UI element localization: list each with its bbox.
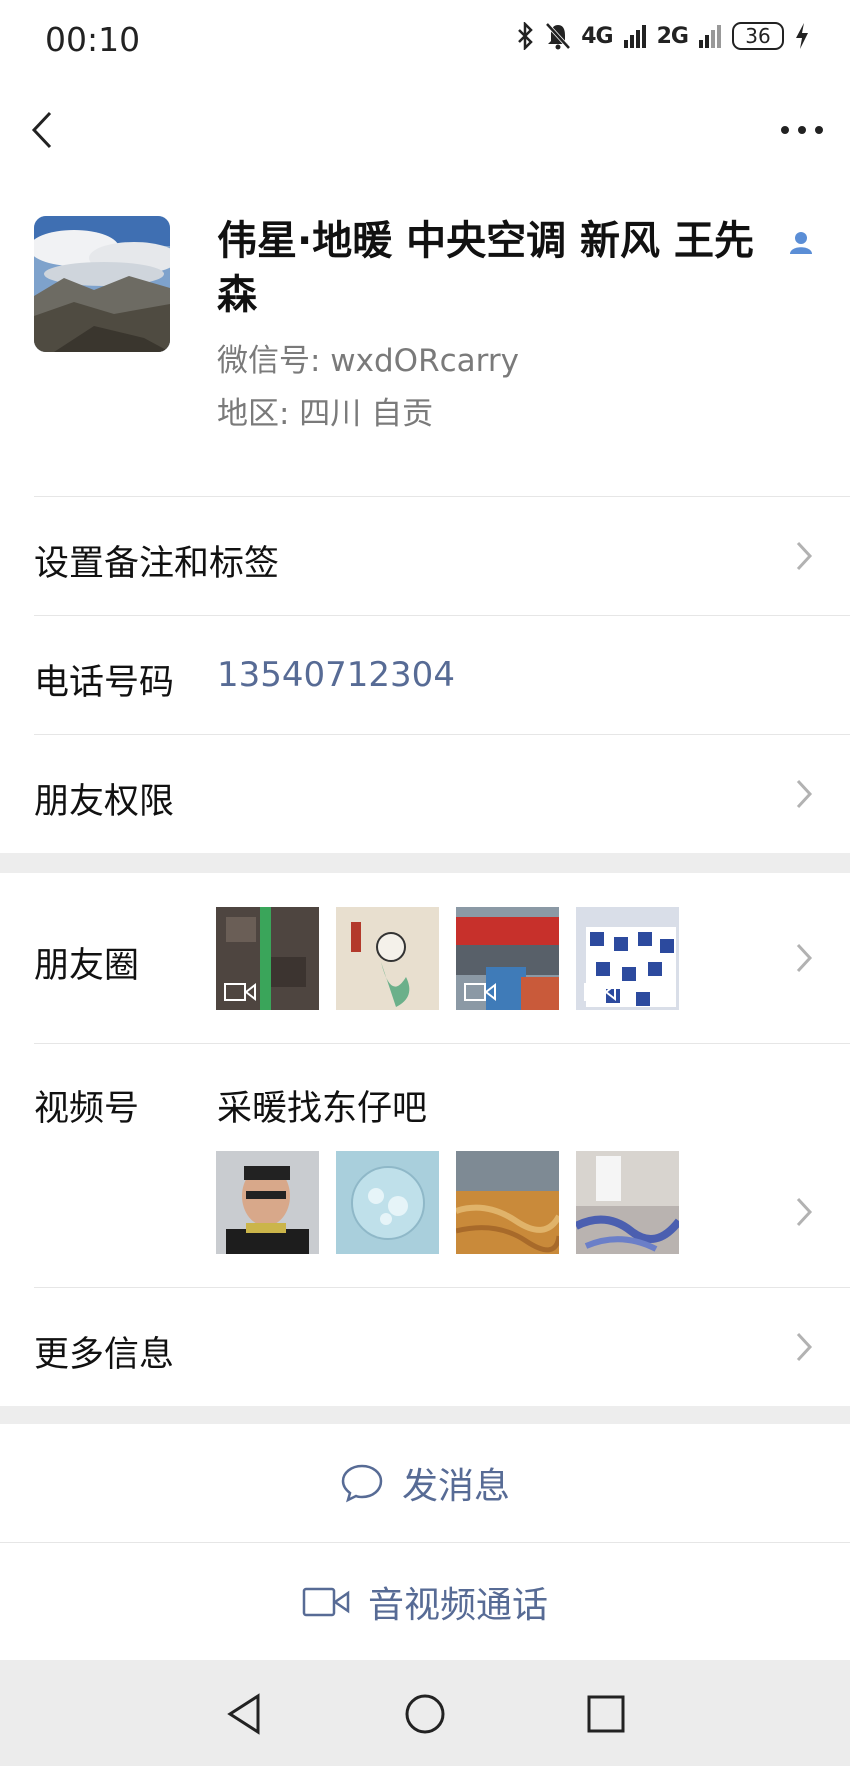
system-navigation-bar (0, 1660, 850, 1766)
mute-bell-icon (545, 22, 571, 50)
chevron-right-icon (796, 779, 813, 809)
moments-thumbnails (216, 907, 679, 1010)
moments-thumbnail[interactable] (456, 907, 559, 1010)
wechat-id: 微信号: wxdORcarry (217, 343, 519, 379)
av-call-label: 音视频通话 (367, 1584, 548, 1626)
phone-label: 电话号码 (34, 663, 175, 703)
chevron-left-icon (31, 111, 52, 149)
more-button[interactable] (772, 105, 832, 155)
top-navbar (0, 80, 850, 180)
phone-row: 电话号码 13540712304 (0, 616, 850, 734)
channels-thumbnails (216, 1151, 679, 1254)
moments-thumbnail[interactable] (216, 907, 319, 1010)
bluetooth-icon (518, 22, 534, 50)
profile-header: 伟星·地暖 中央空调 新风 王先森 微信号: wxdORcarry 地区: 四川… (0, 190, 850, 432)
contact-name: 伟星·地暖 中央空调 新风 王先森 (217, 218, 754, 318)
status-bar: 00:10 4G 2G 36 (0, 0, 850, 80)
av-call-button[interactable]: 音视频通话 (0, 1543, 850, 1660)
channels-thumbnail[interactable] (576, 1151, 679, 1254)
region: 地区: 四川 自贡 (217, 396, 434, 432)
send-message-label: 发消息 (401, 1466, 510, 1507)
nav-home-icon[interactable] (403, 1692, 447, 1736)
video-camera-icon (302, 1587, 350, 1616)
status-time: 00:10 (45, 20, 141, 59)
nav-recents-icon[interactable] (584, 1692, 628, 1736)
moments-thumbnail[interactable] (576, 907, 679, 1010)
video-camera-icon (584, 982, 616, 1002)
signal-bars-icon (623, 25, 646, 48)
chevron-right-icon (796, 943, 813, 973)
phone-number-link[interactable]: 13540712304 (217, 655, 455, 695)
person-badge-icon (790, 232, 812, 254)
remark-tags-label: 设置备注和标签 (34, 544, 280, 584)
charging-bolt-icon (796, 23, 808, 49)
signal-bars-icon (699, 25, 721, 48)
signal-2g-indicator: 2G (656, 23, 689, 49)
section-separator (0, 1406, 850, 1424)
more-info-row[interactable]: 更多信息 (0, 1288, 850, 1406)
avatar[interactable] (34, 216, 170, 352)
back-button[interactable] (22, 105, 72, 155)
remark-tags-row[interactable]: 设置备注和标签 (0, 497, 850, 615)
battery-indicator: 36 (732, 22, 784, 50)
channels-thumbnail[interactable] (456, 1151, 559, 1254)
channels-name: 采暖找东仔吧 (217, 1089, 428, 1129)
channels-thumbnail[interactable] (216, 1151, 319, 1254)
signal-4g-indicator: 4G (581, 23, 613, 49)
chevron-right-icon (796, 1332, 813, 1362)
nav-back-icon[interactable] (222, 1692, 266, 1736)
channels-row[interactable]: 视频号 采暖找东仔吧 (0, 1044, 850, 1287)
status-icons: 4G 2G 36 (515, 22, 810, 50)
section-separator (0, 853, 850, 873)
chevron-right-icon (796, 1197, 813, 1227)
moments-row[interactable]: 朋友圈 (0, 873, 850, 1043)
moments-label: 朋友圈 (34, 946, 140, 986)
send-message-button[interactable]: 发消息 (0, 1424, 850, 1542)
more-horizontal-icon (781, 126, 823, 134)
video-camera-icon (224, 982, 256, 1002)
video-camera-icon (464, 982, 496, 1002)
friend-permissions-row[interactable]: 朋友权限 (0, 735, 850, 853)
chat-bubble-icon (341, 1464, 383, 1503)
channels-thumbnail[interactable] (336, 1151, 439, 1254)
moments-thumbnail[interactable] (336, 907, 439, 1010)
chevron-right-icon (796, 541, 813, 571)
channels-label: 视频号 (34, 1089, 140, 1129)
more-info-label: 更多信息 (34, 1335, 175, 1375)
friend-permissions-label: 朋友权限 (34, 782, 175, 822)
